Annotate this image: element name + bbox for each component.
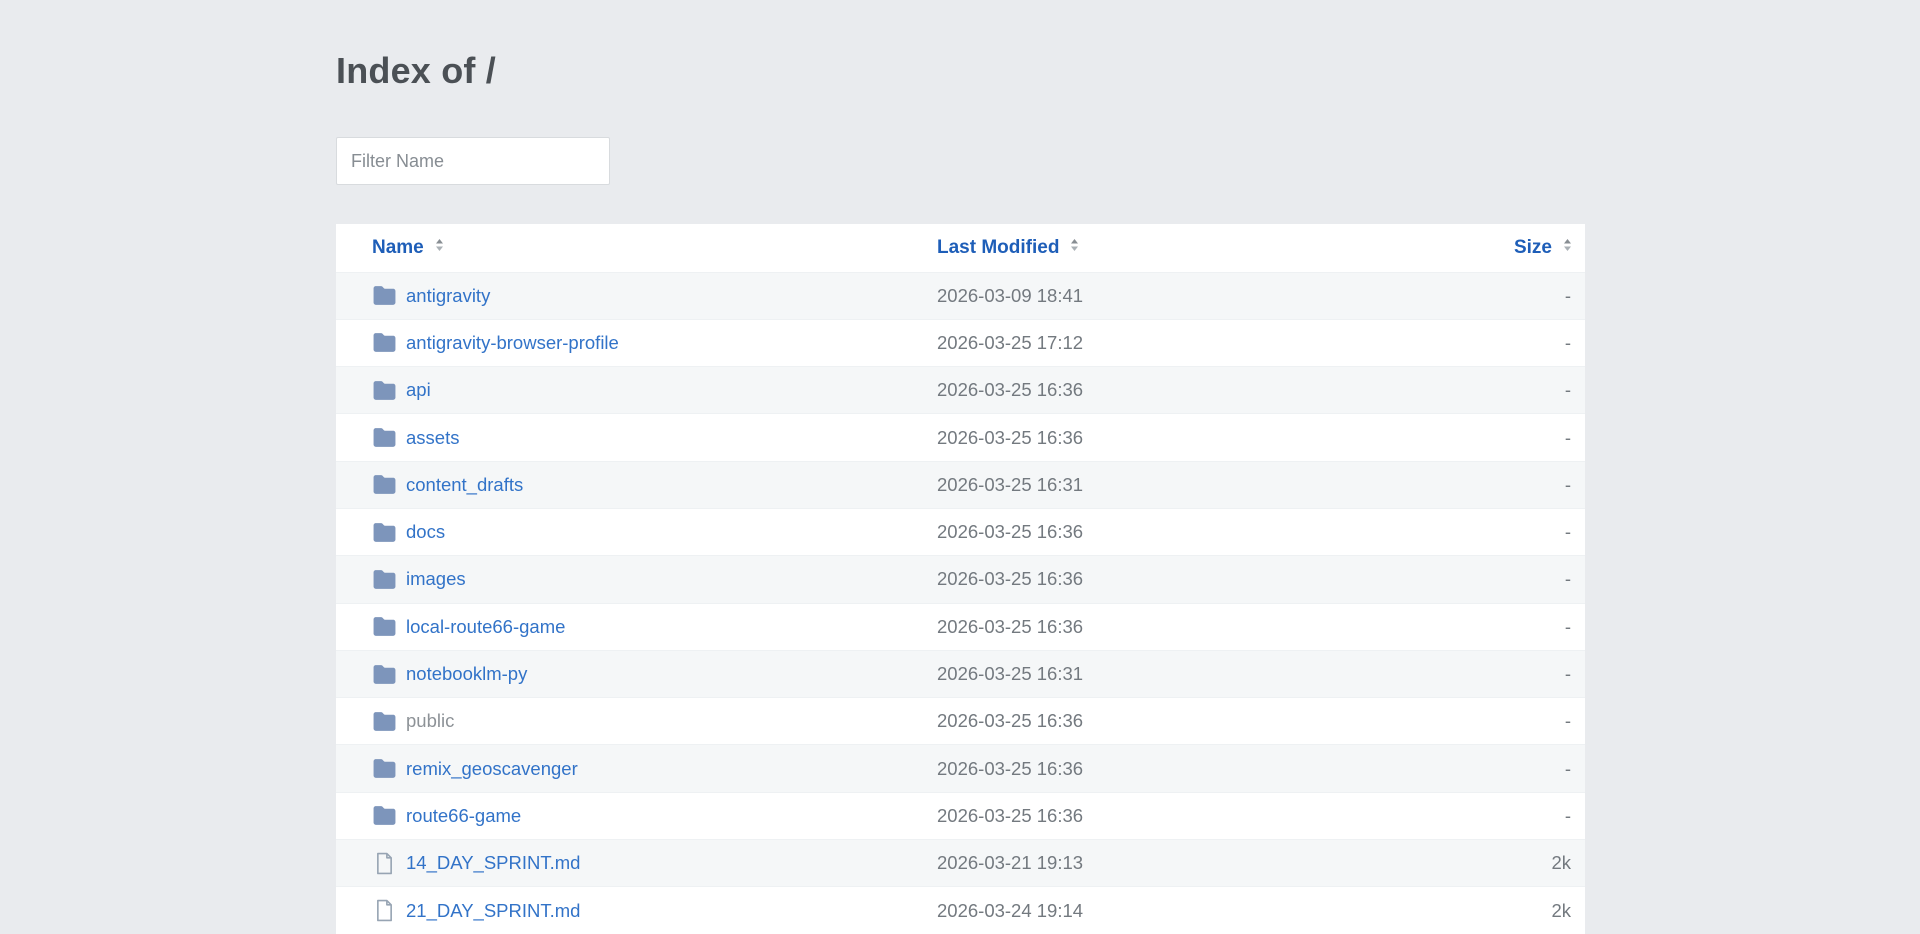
directory-index-page: Index of / Name [336,0,1585,934]
sort-icon [434,237,445,259]
file-icon [371,899,397,922]
column-header-last-modified[interactable]: Last Modified [937,224,1516,272]
table-row: images 2026-03-25 16:36 - [336,556,1585,603]
file-link[interactable]: images [406,568,466,590]
size-cell: - [1516,272,1585,319]
modified-cell: 2026-03-25 16:31 [937,461,1516,508]
file-link[interactable]: docs [406,521,445,543]
file-link[interactable]: 21_DAY_SPRINT.md [406,900,580,922]
size-cell: - [1516,508,1585,555]
column-header-last-modified-label: Last Modified [937,237,1059,259]
file-link[interactable]: assets [406,427,459,449]
size-cell: - [1516,698,1585,745]
table-header-row: Name Last Modified [336,224,1585,272]
table-row: notebooklm-py 2026-03-25 16:31 - [336,650,1585,697]
size-cell: - [1516,556,1585,603]
file-link[interactable]: remix_geoscavenger [406,758,578,780]
table-row: assets 2026-03-25 16:36 - [336,414,1585,461]
column-header-name-label: Name [372,237,424,259]
file-link[interactable]: local-route66-game [406,616,565,638]
table-row: api 2026-03-25 16:36 - [336,367,1585,414]
table-row: remix_geoscavenger 2026-03-25 16:36 - [336,745,1585,792]
modified-cell: 2026-03-25 16:36 [937,603,1516,650]
table-row: 14_DAY_SPRINT.md 2026-03-21 19:13 2k [336,840,1585,887]
folder-icon [371,380,397,401]
file-link[interactable]: content_drafts [406,474,523,496]
file-icon [371,852,397,875]
file-link[interactable]: notebooklm-py [406,663,527,685]
size-cell: - [1516,367,1585,414]
modified-cell: 2026-03-25 16:36 [937,792,1516,839]
folder-icon [371,332,397,353]
folder-icon [371,616,397,637]
modified-cell: 2026-03-25 16:31 [937,650,1516,697]
size-cell: - [1516,603,1585,650]
table-row: 21_DAY_SPRINT.md 2026-03-24 19:14 2k [336,887,1585,934]
file-table-body: antigravity 2026-03-09 18:41 - ant [336,272,1585,934]
page-title: Index of / [336,50,1585,92]
table-row: antigravity-browser-profile 2026-03-25 1… [336,319,1585,366]
modified-cell: 2026-03-25 16:36 [937,745,1516,792]
file-table: Name Last Modified [336,224,1585,934]
modified-cell: 2026-03-09 18:41 [937,272,1516,319]
size-cell: 2k [1516,840,1585,887]
file-link[interactable]: antigravity [406,285,490,307]
folder-icon [371,569,397,590]
modified-cell: 2026-03-25 16:36 [937,508,1516,555]
size-cell: - [1516,792,1585,839]
folder-icon [371,522,397,543]
size-cell: - [1516,650,1585,697]
size-cell: - [1516,319,1585,366]
folder-icon [371,758,397,779]
file-link[interactable]: api [406,379,431,401]
folder-icon [371,474,397,495]
modified-cell: 2026-03-25 16:36 [937,414,1516,461]
folder-icon [371,664,397,685]
size-cell: 2k [1516,887,1585,934]
modified-cell: 2026-03-21 19:13 [937,840,1516,887]
size-cell: - [1516,414,1585,461]
modified-cell: 2026-03-24 19:14 [937,887,1516,934]
size-cell: - [1516,461,1585,508]
folder-icon [371,285,397,306]
table-row: antigravity 2026-03-09 18:41 - [336,272,1585,319]
column-header-size[interactable]: Size [1516,224,1585,272]
sort-icon [1069,237,1080,259]
folder-icon [371,711,397,732]
size-cell: - [1516,745,1585,792]
modified-cell: 2026-03-25 16:36 [937,367,1516,414]
column-header-size-label: Size [1514,237,1552,259]
sort-icon [1562,237,1573,259]
file-link[interactable]: antigravity-browser-profile [406,332,619,354]
filter-input[interactable] [336,137,610,185]
folder-icon [371,427,397,448]
folder-icon [371,805,397,826]
modified-cell: 2026-03-25 16:36 [937,556,1516,603]
table-row: route66-game 2026-03-25 16:36 - [336,792,1585,839]
table-row: docs 2026-03-25 16:36 - [336,508,1585,555]
table-row: local-route66-game 2026-03-25 16:36 - [336,603,1585,650]
file-link[interactable]: 14_DAY_SPRINT.md [406,852,580,874]
file-link[interactable]: route66-game [406,805,521,827]
table-row: public 2026-03-25 16:36 - [336,698,1585,745]
modified-cell: 2026-03-25 17:12 [937,319,1516,366]
table-row: content_drafts 2026-03-25 16:31 - [336,461,1585,508]
modified-cell: 2026-03-25 16:36 [937,698,1516,745]
file-link[interactable]: public [406,710,454,732]
column-header-name[interactable]: Name [336,224,937,272]
